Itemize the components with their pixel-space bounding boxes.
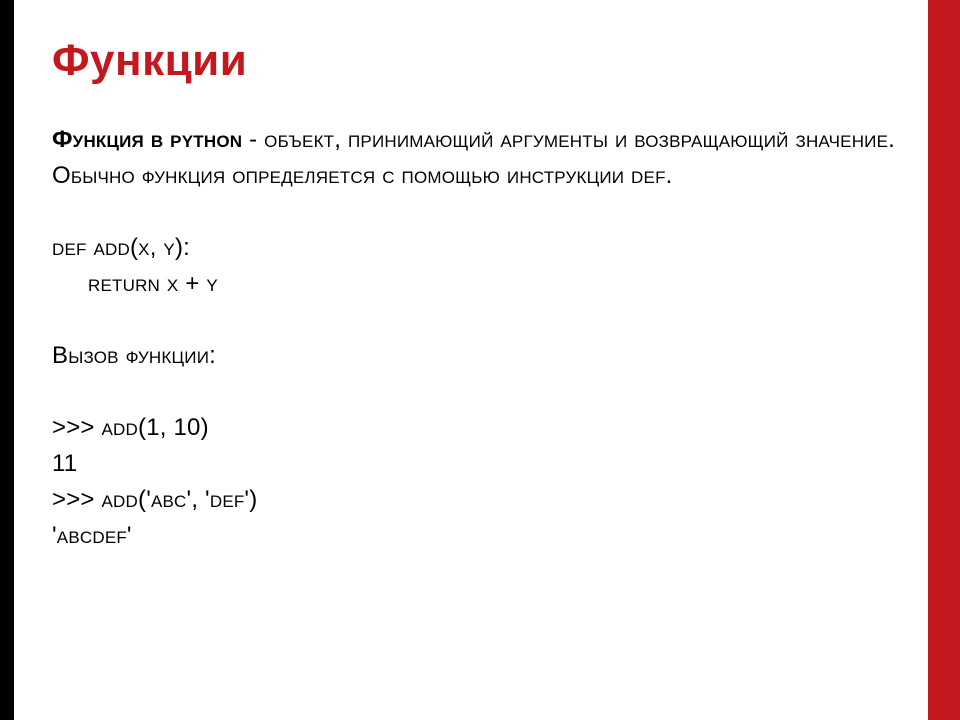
definition-lead: Функция в python [52, 126, 242, 153]
repl-result-2: 'abcdef' [52, 518, 900, 554]
spacer [52, 302, 900, 338]
slide-title: Функции [52, 36, 900, 86]
slide-body: Функция в python - объект, принимающий а… [52, 122, 900, 554]
code-def-line: def add(x, y): [52, 230, 900, 266]
slide-content: Функции Функция в python - объект, прини… [14, 0, 928, 720]
call-header: Вызов функции: [52, 338, 900, 374]
definition-line: Функция в python - объект, принимающий а… [52, 122, 900, 158]
spacer [52, 374, 900, 410]
def-statement: Обычно функция определяется с помощью ин… [52, 158, 900, 194]
right-accent-bar [928, 0, 960, 720]
definition-rest: - объект, принимающий аргументы и возвра… [242, 126, 895, 153]
repl-result-1: 11 [52, 446, 900, 482]
spacer [52, 194, 900, 230]
code-return-line: return x + y [52, 266, 900, 302]
left-accent-bar [0, 0, 14, 720]
repl-line-1: >>> add(1, 10) [52, 410, 900, 446]
repl-line-2: >>> add('abc', 'def') [52, 482, 900, 518]
